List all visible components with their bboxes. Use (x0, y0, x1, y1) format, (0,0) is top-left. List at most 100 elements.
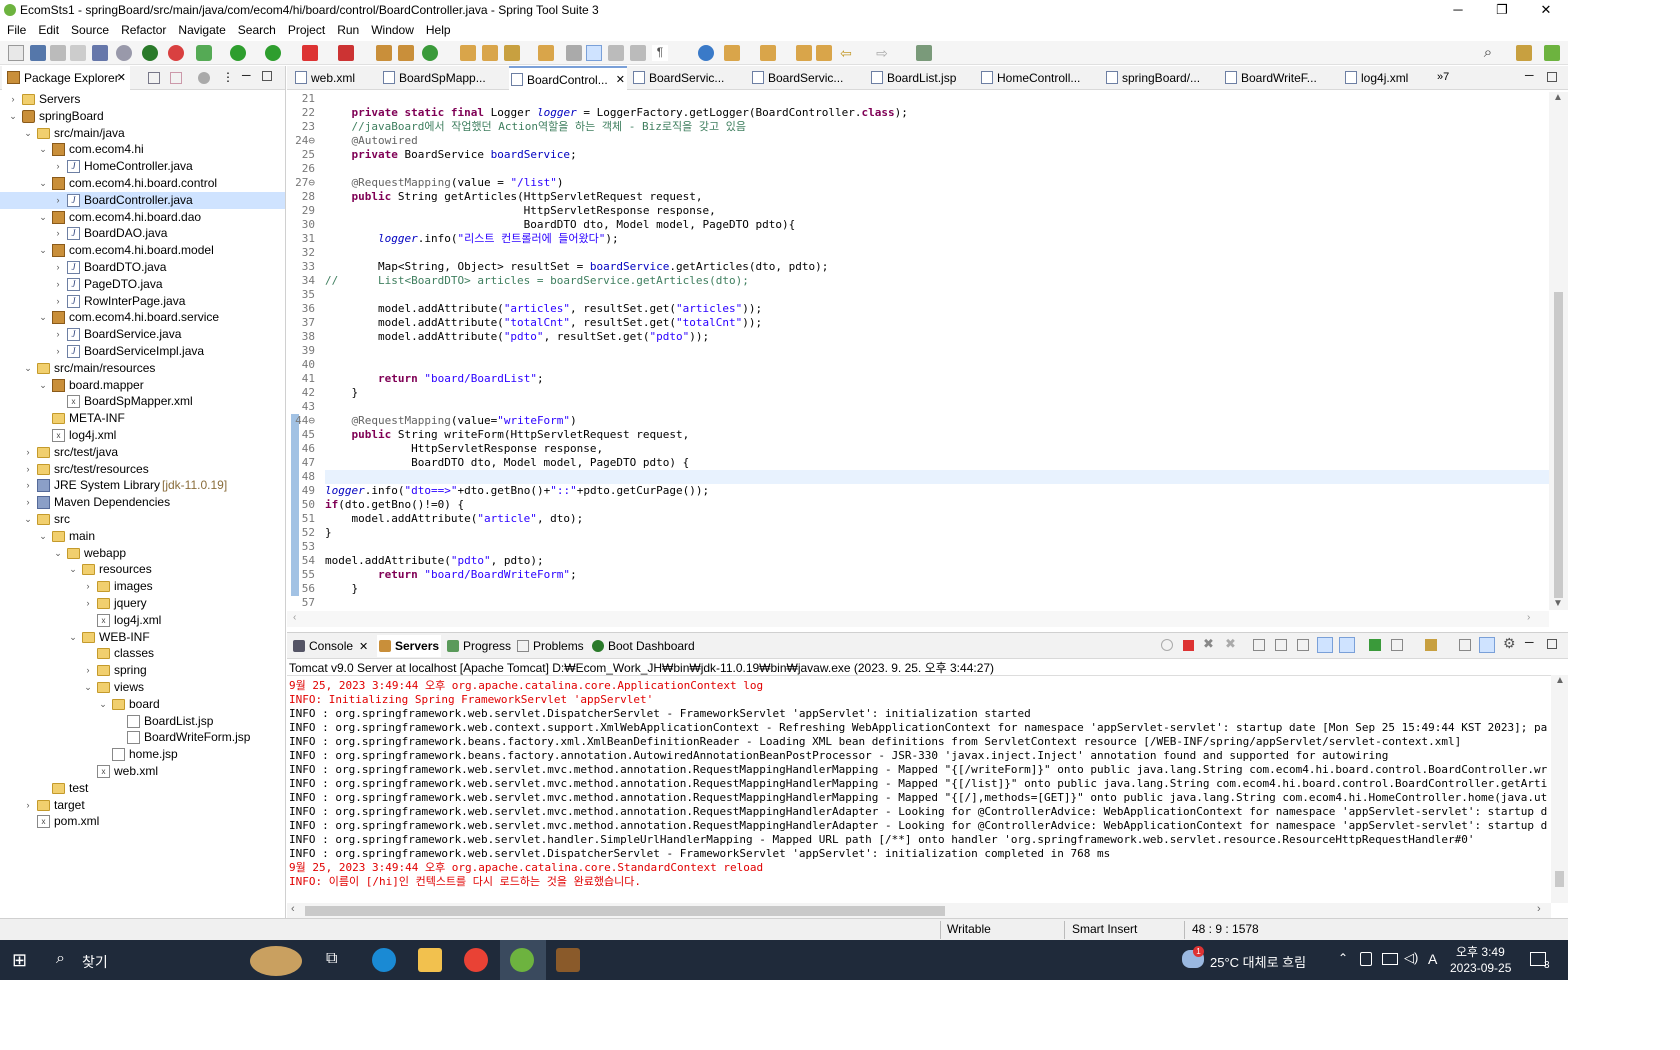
scroll-thumb[interactable] (1554, 292, 1563, 598)
volume-icon[interactable]: ◁) (1404, 950, 1418, 966)
editor-tab-homecontroller[interactable]: HomeControll... (979, 66, 1097, 90)
expanded-chevron-icon[interactable]: ⌄ (98, 696, 108, 713)
code-line[interactable]: } (325, 386, 358, 400)
spring-tool-suite-icon[interactable] (510, 948, 534, 972)
tree-item[interactable]: classes (0, 645, 285, 662)
code-line[interactable]: return "board/BoardList"; (325, 372, 544, 386)
menu-search[interactable]: Search (231, 21, 281, 37)
tree-item[interactable]: › J PageDTO.java (0, 276, 285, 293)
webcam-icon[interactable] (1360, 952, 1372, 966)
back-icon[interactable]: ⇦ (838, 45, 854, 61)
close-console-icon[interactable]: ✕ (359, 641, 368, 653)
console-scroll-up-icon[interactable]: ▲ (1555, 675, 1565, 686)
show-whitespace-icon[interactable]: ¶ (652, 45, 668, 61)
console-output[interactable]: 9월 25, 2023 3:49:44 오후 org.apache.catali… (289, 679, 1547, 901)
minimize-panel-icon[interactable]: ─ (1525, 635, 1534, 649)
tree-item[interactable]: x log4j.xml (0, 427, 285, 444)
scroll-right-icon[interactable]: › (1527, 612, 1530, 623)
code-line[interactable]: // List<BoardDTO> articles = boardServic… (325, 274, 749, 288)
expanded-chevron-icon[interactable]: ⌄ (23, 511, 33, 528)
tray-expand-icon[interactable]: ⌃ (1338, 951, 1348, 965)
focus-icon[interactable] (198, 72, 210, 84)
maximize-panel-icon[interactable] (1547, 639, 1557, 649)
remove-all-icon[interactable]: ✖ (1225, 636, 1236, 652)
minimize-editor-icon[interactable]: ─ (1525, 68, 1534, 82)
settings-icon[interactable]: ⚙ (1503, 635, 1516, 652)
new-icon[interactable] (8, 45, 24, 61)
code-line[interactable]: HttpServletResponse response, (325, 442, 603, 456)
tree-item[interactable]: › images (0, 578, 285, 595)
collapsed-chevron-icon[interactable]: › (23, 494, 33, 511)
console-vertical-scrollbar[interactable]: ▲ (1551, 675, 1568, 903)
code-line[interactable]: @RequestMapping(value = "/list") (325, 176, 564, 190)
editor-tab-boardlist-jsp[interactable]: BoardList.jsp (869, 66, 969, 90)
more-tabs-button[interactable]: »7 (1437, 71, 1449, 83)
code-line[interactable]: model.addAttribute("articles", resultSet… (325, 302, 762, 316)
collapsed-chevron-icon[interactable]: › (53, 293, 63, 310)
minimize-view-icon[interactable]: ─ (242, 68, 251, 82)
tree-item[interactable]: x BoardSpMapper.xml (0, 393, 285, 410)
code-line[interactable]: public String getArticles(HttpServletReq… (325, 190, 703, 204)
save-all-icon[interactable] (50, 45, 66, 61)
tree-item[interactable]: ⌄ resources (0, 561, 285, 578)
tab-servers[interactable]: Servers (377, 635, 441, 657)
show-stdout-icon[interactable] (1317, 637, 1333, 653)
collapsed-chevron-icon[interactable]: › (23, 477, 33, 494)
browser-icon[interactable] (698, 45, 714, 61)
collapsed-chevron-icon[interactable]: › (53, 192, 63, 209)
scroll-left-icon[interactable]: ‹ (293, 612, 296, 623)
toggle-mark-icon[interactable] (566, 45, 582, 61)
clock-date[interactable]: 2023-09-25 (1450, 961, 1511, 975)
tree-item[interactable]: › JRE System Library [jdk-11.0.19] (0, 477, 285, 494)
last-edit-icon[interactable] (796, 45, 812, 61)
boot-relaunch-icon[interactable] (142, 45, 158, 61)
clear-console-icon[interactable] (1253, 639, 1265, 651)
next-annotation-icon[interactable] (724, 45, 740, 61)
expanded-chevron-icon[interactable]: ⌄ (68, 629, 78, 646)
tree-item[interactable]: › J RowInterPage.java (0, 293, 285, 310)
boot-console-icon[interactable] (1479, 637, 1495, 653)
vertical-scrollbar[interactable]: ▲ ▼ (1549, 92, 1568, 610)
tree-item[interactable]: test (0, 780, 285, 797)
search-icon[interactable]: ⌕ (1480, 45, 1496, 61)
game-app-icon[interactable] (556, 948, 580, 972)
block-select-icon[interactable] (608, 45, 624, 61)
task-view-icon[interactable]: ⧉ (326, 950, 337, 968)
code-line[interactable]: BoardDTO dto, Model model, PageDTO pdto)… (325, 218, 796, 232)
run-icon[interactable] (230, 45, 246, 61)
collapsed-chevron-icon[interactable]: › (23, 461, 33, 478)
collapsed-chevron-icon[interactable]: › (8, 91, 18, 108)
code-line[interactable]: HttpServletResponse response, (325, 204, 716, 218)
tree-item[interactable]: › J BoardService.java (0, 326, 285, 343)
collapsed-chevron-icon[interactable]: › (53, 276, 63, 293)
tree-item[interactable]: › jquery (0, 595, 285, 612)
tab-console[interactable]: Console ✕ (291, 635, 371, 657)
collapsed-chevron-icon[interactable]: › (23, 444, 33, 461)
file-explorer-icon[interactable] (418, 948, 442, 972)
code-line[interactable]: private static final Logger logger = Log… (325, 106, 908, 120)
print-icon[interactable] (70, 45, 86, 61)
code-line[interactable]: model.addAttribute("totalCnt", resultSet… (325, 316, 762, 330)
taskbar-search-input[interactable]: 찾기 (82, 952, 108, 972)
pin-editor-icon[interactable] (916, 45, 932, 61)
tree-item[interactable]: ⌄ WEB-INF (0, 629, 285, 646)
menu-source[interactable]: Source (64, 21, 114, 37)
windows-start-icon[interactable]: ⊞ (12, 951, 27, 969)
code-line[interactable]: model.addAttribute("pdto", resultSet.get… (325, 330, 709, 344)
external-tools-icon[interactable] (338, 45, 354, 61)
scroll-lock-icon[interactable] (1275, 639, 1287, 651)
network-icon[interactable] (1382, 953, 1398, 965)
menu-file[interactable]: File (0, 21, 31, 37)
code-line[interactable]: @Autowired (325, 134, 418, 148)
menu-refactor[interactable]: Refactor (114, 21, 171, 37)
remove-launch-icon[interactable]: ✖ (1203, 636, 1214, 652)
horizontal-scrollbar[interactable]: ‹ › (287, 611, 1549, 627)
code-line[interactable]: return "board/BoardWriteForm"; (325, 568, 577, 582)
collapsed-chevron-icon[interactable]: › (83, 578, 93, 595)
tree-item[interactable]: x pom.xml (0, 813, 285, 830)
show-stderr-icon[interactable] (1339, 637, 1355, 653)
open-console-icon[interactable] (1425, 639, 1437, 651)
code-line[interactable]: public String writeForm(HttpServletReque… (325, 428, 690, 442)
scroll-down-icon[interactable]: ▼ (1553, 598, 1563, 609)
menu-window[interactable]: Window (364, 21, 419, 37)
